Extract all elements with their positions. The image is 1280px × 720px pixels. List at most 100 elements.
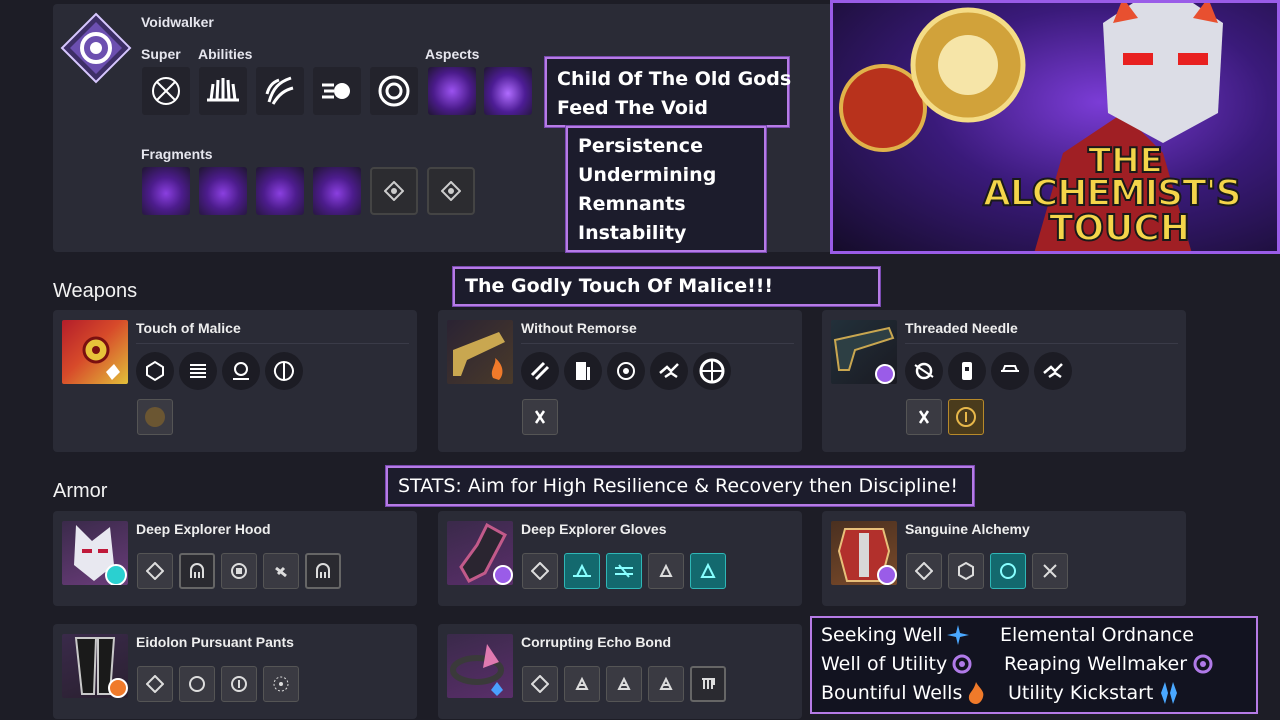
stats-annotation: STATS: Aim for High Resilience & Recover… (386, 466, 974, 506)
weapon-mod-slot-icon[interactable] (137, 399, 173, 435)
weapon-card-2[interactable]: Without Remorse (438, 310, 802, 452)
aspect-icon-2[interactable] (484, 67, 532, 115)
weapon-mod-slot-icon[interactable] (522, 399, 558, 435)
class-item-mod-icon-1[interactable] (564, 666, 600, 702)
trait-perk-icon-1[interactable] (607, 352, 645, 390)
empty-fragment-slot-icon[interactable] (370, 167, 418, 215)
general-mod-icon[interactable] (137, 553, 173, 589)
abilities-label: Abilities (198, 46, 253, 62)
legend-label: Utility Kickstart (1008, 682, 1154, 704)
trait-perk-icon-2[interactable] (1034, 352, 1072, 390)
legend-item: Reaping Wellmaker (1004, 653, 1213, 675)
super-label: Super (141, 46, 181, 62)
general-mod-icon[interactable] (906, 553, 942, 589)
weapons-annotation: The Godly Touch Of Malice!!! (453, 267, 880, 306)
magazine-perk-icon[interactable] (564, 352, 602, 390)
armor-thumbnail-pants (62, 634, 128, 698)
divider (905, 343, 1178, 344)
jump-ability-icon[interactable] (256, 67, 304, 115)
weapon-thumbnail-touch-of-malice (62, 320, 128, 384)
grenade-ability-icon[interactable] (370, 67, 418, 115)
chest-mod-icon-1[interactable] (948, 553, 984, 589)
armor-name: Deep Explorer Gloves (521, 521, 667, 537)
class-item-mod-icon-3[interactable] (648, 666, 684, 702)
melee-ability-icon[interactable] (313, 67, 361, 115)
chest-mod-icon-3[interactable] (1032, 553, 1068, 589)
weapon-mod-slot-icon[interactable] (906, 399, 942, 435)
armor-card-class-item[interactable]: Corrupting Echo Bond (438, 624, 802, 719)
aspects-annotation: Child Of The Old Gods Feed The Void (545, 57, 791, 127)
legend-item: Bountiful Wells (821, 682, 985, 704)
armor-thumbnail-hood (62, 521, 128, 585)
legend-label: Elemental Ordnance (1000, 624, 1194, 646)
scope-perk-icon[interactable] (222, 352, 260, 390)
aspect-note-2: Feed The Void (557, 97, 709, 119)
weapon-card-1[interactable]: Touch of Malice (53, 310, 417, 452)
empty-fragment-slot-icon[interactable] (427, 167, 475, 215)
general-mod-icon[interactable] (522, 553, 558, 589)
legs-mod-icon-2[interactable] (221, 666, 257, 702)
subclass-icon[interactable] (60, 12, 132, 84)
fragment-icon-2[interactable] (199, 167, 247, 215)
gauntlet-mod-icon-1[interactable] (564, 553, 600, 589)
class-ability-icon[interactable] (199, 67, 247, 115)
subclass-name: Voidwalker (141, 14, 214, 30)
thumbnail-title-line-3: TOUCH (1048, 207, 1191, 250)
helmet-mod-icon-3[interactable] (263, 553, 299, 589)
barrel-perk-icon[interactable] (521, 352, 559, 390)
armor-name: Deep Explorer Hood (136, 521, 271, 537)
fragment-icon-1[interactable] (142, 167, 190, 215)
void-icon (952, 654, 972, 674)
armor-thumbnail-gloves (447, 521, 513, 585)
general-mod-icon[interactable] (137, 666, 173, 702)
legend-label: Bountiful Wells (821, 682, 963, 704)
legend-item: Utility Kickstart (1008, 682, 1179, 704)
mods-legend: Seeking Well Elemental Ordnance Well of … (810, 616, 1258, 714)
helmet-mod-icon[interactable] (179, 553, 215, 589)
origin-trait-icon[interactable] (693, 352, 731, 390)
legs-mod-icon-1[interactable] (179, 666, 215, 702)
trait-perk-icon[interactable] (265, 352, 303, 390)
weapon-card-3[interactable]: Threaded Needle (822, 310, 1186, 452)
trait-perk-icon-2[interactable] (650, 352, 688, 390)
legend-item: Elemental Ordnance (1000, 624, 1194, 646)
legend-label: Seeking Well (821, 624, 943, 646)
armor-card-legs[interactable]: Eidolon Pursuant Pants (53, 624, 417, 719)
barrel-perk-icon[interactable] (905, 352, 943, 390)
armor-name: Corrupting Echo Bond (521, 634, 672, 650)
magazine-perk-icon[interactable] (179, 352, 217, 390)
super-icon[interactable] (142, 67, 190, 115)
weapons-heading: Weapons (53, 280, 138, 302)
fragment-icon-3[interactable] (256, 167, 304, 215)
armor-thumbnail-chest (831, 521, 897, 585)
divider (136, 343, 409, 344)
weapon-name: Without Remorse (521, 320, 637, 336)
barrel-perk-icon[interactable] (136, 352, 174, 390)
gauntlet-mod-icon-4[interactable] (690, 553, 726, 589)
catalyst-slot-icon[interactable] (948, 399, 984, 435)
armor-card-helmet[interactable]: Deep Explorer Hood (53, 511, 417, 606)
helmet-mod-icon-4[interactable] (305, 553, 341, 589)
class-item-mod-icon-4[interactable] (690, 666, 726, 702)
stats-note: STATS: Aim for High Resilience & Recover… (398, 475, 958, 497)
fragment-icon-4[interactable] (313, 167, 361, 215)
arc-star-icon (946, 625, 969, 645)
gauntlet-mod-icon-3[interactable] (648, 553, 684, 589)
class-item-mod-icon-2[interactable] (606, 666, 642, 702)
gauntlet-mod-icon-2[interactable] (606, 553, 642, 589)
chest-mod-icon-2[interactable] (990, 553, 1026, 589)
legs-mod-icon-3[interactable] (263, 666, 299, 702)
general-mod-icon[interactable] (522, 666, 558, 702)
armor-card-chest[interactable]: Sanguine Alchemy (822, 511, 1186, 606)
legend-label: Reaping Wellmaker (1004, 653, 1188, 675)
aspect-icon-1[interactable] (428, 67, 476, 115)
magazine-perk-icon[interactable] (948, 352, 986, 390)
armor-card-gauntlets[interactable]: Deep Explorer Gloves (438, 511, 802, 606)
helmet-mod-icon-2[interactable] (221, 553, 257, 589)
arc-diamond-icon (1159, 682, 1179, 704)
weapon-thumbnail-without-remorse (447, 320, 513, 384)
armor-heading: Armor (53, 480, 108, 502)
trait-perk-icon-1[interactable] (991, 352, 1029, 390)
solar-flame-icon (967, 682, 985, 704)
fragment-note-3: Remnants (578, 193, 686, 215)
